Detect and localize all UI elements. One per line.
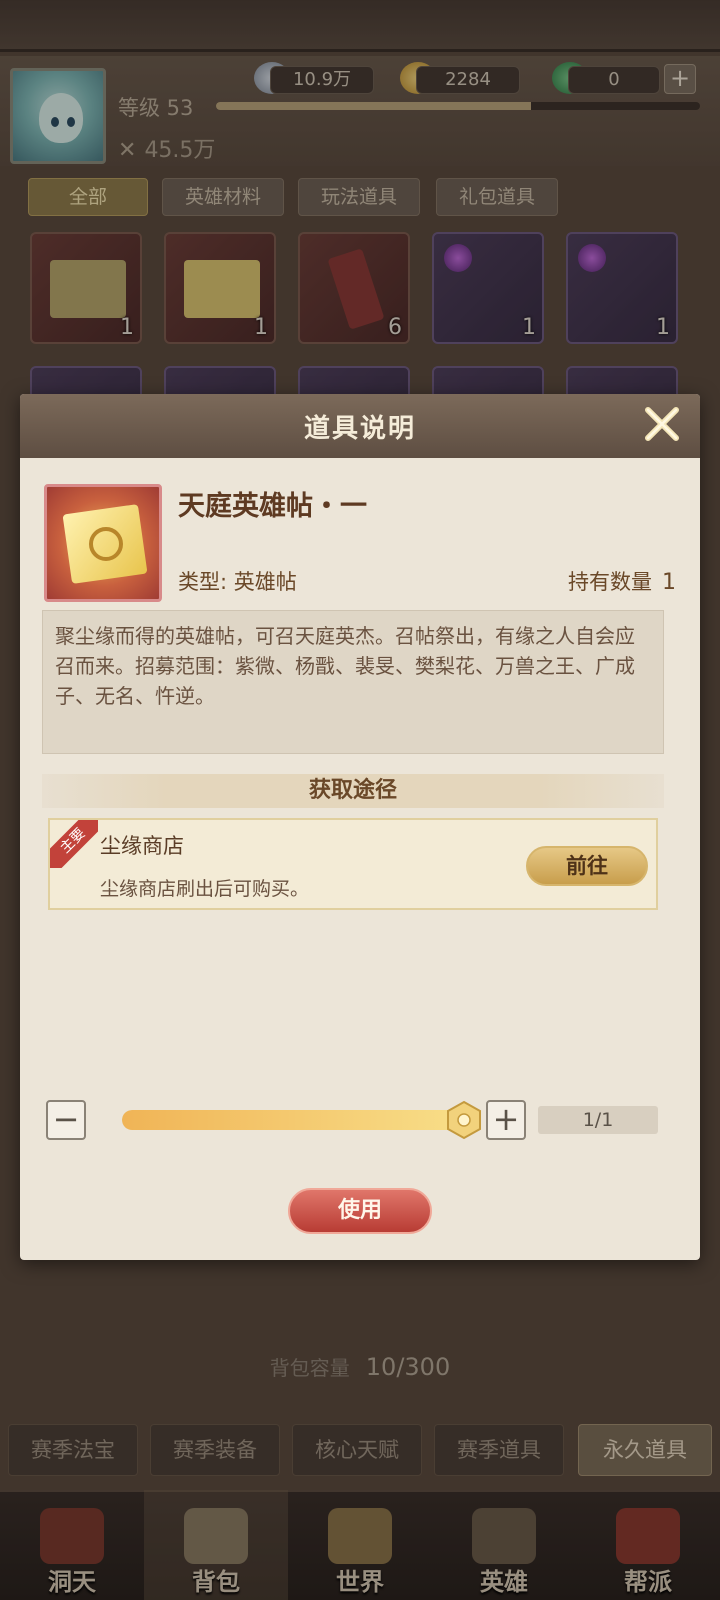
go-button[interactable]: 前往: [526, 846, 648, 886]
decrease-quantity-button[interactable]: −: [46, 1100, 86, 1140]
source-description: 尘缘商店刷出后可购买。: [100, 878, 310, 900]
owned-quantity: 持有数量 1: [568, 566, 676, 596]
close-icon[interactable]: [638, 400, 686, 448]
item-name: 天庭英雄帖・一: [178, 491, 367, 522]
owned-quantity-label: 持有数量: [568, 570, 652, 594]
increase-quantity-button[interactable]: +: [486, 1100, 526, 1140]
source-card: 主要 尘缘商店 尘缘商店刷出后可购买。 前往: [48, 818, 658, 910]
owned-quantity-value: 1: [662, 570, 676, 595]
main-source-tag: 主要: [50, 820, 98, 868]
item-icon: [44, 484, 162, 602]
quantity-slider-fill: [122, 1110, 462, 1130]
item-type: 类型: 英雄帖: [178, 570, 297, 594]
source-section-title: 获取途径: [42, 774, 664, 808]
emblem-icon: [89, 527, 123, 561]
item-detail-dialog: 道具说明 天庭英雄帖・一 类型: 英雄帖 持有数量 1 聚尘缘而得的英雄帖，可召天…: [20, 394, 700, 1260]
dialog-title: 道具说明: [303, 414, 416, 444]
use-button[interactable]: 使用: [288, 1188, 432, 1234]
quantity-slider[interactable]: [122, 1110, 462, 1130]
item-description: 聚尘缘而得的英雄帖，可召天庭英杰。召帖祭出，有缘之人自会应召而来。招募范围：紫微…: [42, 610, 664, 754]
quantity-display: 1/1: [538, 1106, 658, 1134]
main-source-ribbon: 主要: [50, 820, 98, 868]
source-name: 尘缘商店: [100, 834, 184, 858]
slider-handle[interactable]: [444, 1100, 484, 1140]
